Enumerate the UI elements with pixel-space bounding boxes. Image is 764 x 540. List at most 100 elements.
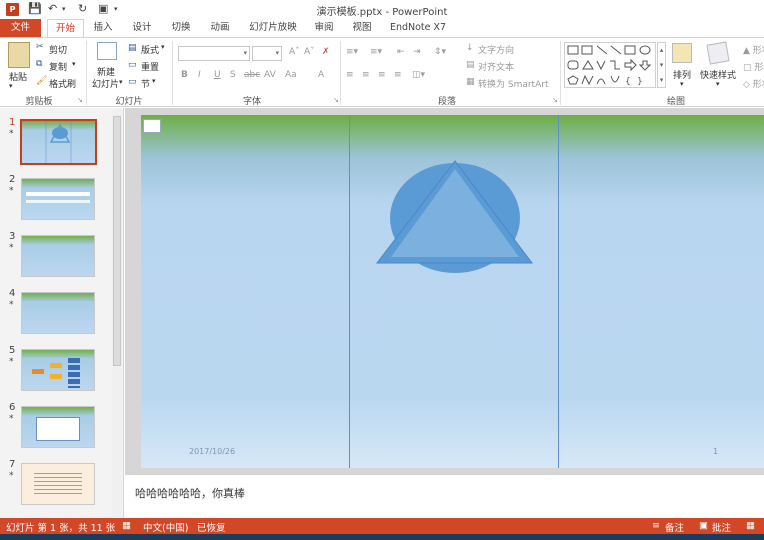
thumb-box (68, 358, 80, 388)
copy-dropdown-icon[interactable]: ▾ (72, 60, 76, 68)
font-size-combo[interactable]: ▾ (252, 46, 282, 61)
paste-dropdown-icon[interactable]: ▾ (9, 82, 13, 90)
comment-icon[interactable] (143, 119, 161, 133)
slide-canvas[interactable]: 2017/10/26 1 (141, 115, 764, 468)
section-dropdown-icon[interactable]: ▾ (152, 77, 156, 85)
shape-outline-button[interactable]: ▢ 形状 (743, 60, 764, 73)
text-direction-button[interactable]: 文字方向 (478, 43, 514, 56)
new-slide-dropdown-icon[interactable]: ▾ (119, 78, 123, 86)
comments-toggle-button[interactable]: 批注 (712, 520, 731, 534)
smartart-button[interactable]: 转换为 SmartArt (478, 77, 548, 90)
grow-font-icon[interactable]: Aˆ (289, 47, 300, 57)
slide-thumbnail-2[interactable] (21, 178, 95, 220)
slide-animation-marker: * (9, 129, 14, 139)
slide-animation-marker: * (9, 357, 14, 367)
thumb-box (32, 369, 44, 374)
ribbon: 粘贴 ▾ ✂ 剪切 ⧉ 复制 ▾ 🖌 格式刷 剪贴板 ↘ 新建 幻灯片 ▾ ▤ … (0, 37, 764, 107)
slide-number: 5 (9, 345, 16, 356)
arrange-dropdown-icon[interactable]: ▾ (680, 80, 684, 88)
shapes-gallery-icons: { } (567, 45, 652, 87)
tab-design[interactable]: 设计 (127, 19, 157, 38)
slide-thumbnail-6[interactable] (21, 406, 95, 448)
slide-thumbnail-3[interactable] (21, 235, 95, 277)
italic-button[interactable]: I (198, 70, 201, 80)
thumb-box (50, 363, 62, 368)
slide-thumbnail-4[interactable] (21, 292, 95, 334)
section-button[interactable]: 节 (141, 77, 150, 90)
group-label-drawing: 绘图 (666, 97, 685, 107)
notes-text[interactable]: 哈哈哈哈哈哈，你真棒 (135, 485, 245, 501)
slide-count-status: 幻灯片 第 1 张，共 11 张 (6, 523, 116, 534)
shape-effects-button[interactable]: ◇ 形状 (743, 77, 764, 90)
tab-insert[interactable]: 插入 (88, 19, 118, 38)
increase-indent-icon[interactable]: ⇥ (413, 47, 421, 57)
slide-number: 3 (9, 231, 16, 242)
shapes-gallery[interactable]: { } (564, 42, 656, 88)
bold-button[interactable]: B (181, 70, 188, 80)
format-painter-icon: 🖌 (36, 76, 48, 86)
layout-button[interactable]: 版式 (141, 43, 159, 56)
layout-dropdown-icon[interactable]: ▾ (161, 43, 165, 51)
columns-icon[interactable]: ◫▾ (412, 70, 425, 80)
tab-animations[interactable]: 动画 (205, 19, 235, 38)
align-right-icon[interactable]: ≡ (378, 70, 386, 80)
clear-format-icon[interactable]: ✗ (322, 47, 330, 57)
font-expander-icon[interactable]: ↘ (333, 96, 339, 104)
align-left-icon[interactable]: ≡ (346, 70, 354, 80)
layout-icon: ▤ (128, 43, 137, 53)
bullets-icon[interactable]: ≡▾ (346, 47, 358, 57)
copy-button[interactable]: 复制 (49, 60, 67, 73)
reset-button[interactable]: 重置 (141, 60, 159, 73)
clipboard-expander-icon[interactable]: ↘ (77, 96, 83, 104)
numbering-icon[interactable]: ≡▾ (370, 47, 382, 57)
language-status[interactable]: 中文(中国) (143, 520, 188, 534)
align-text-button[interactable]: 对齐文本 (478, 60, 514, 73)
strikethrough-button[interactable]: abc (244, 70, 260, 80)
notes-toggle-button[interactable]: 备注 (665, 520, 684, 534)
shape-fill-button[interactable]: ▲ 形状 (743, 43, 764, 56)
tab-endnote[interactable]: EndNote X7 (386, 19, 450, 38)
notes-pane[interactable]: 哈哈哈哈哈哈，你真棒 (125, 474, 764, 518)
tab-review[interactable]: 审阅 (310, 19, 338, 38)
paragraph-expander-icon[interactable]: ↘ (552, 96, 558, 104)
tab-home[interactable]: 开始 (47, 19, 84, 38)
gallery-scroll[interactable]: ▴ ▾ ▾ (657, 42, 666, 88)
slide-thumbnail-5[interactable] (21, 349, 95, 391)
slide-thumbnail-7[interactable] (21, 463, 95, 505)
tab-file[interactable]: 文件 (0, 19, 41, 38)
chevron-down-icon: ▾ (275, 49, 279, 57)
char-spacing-button[interactable]: AV (264, 70, 276, 80)
format-painter-button[interactable]: 格式刷 (49, 77, 76, 90)
proofing-icon[interactable]: ▦ (122, 520, 131, 531)
cut-icon: ✂ (36, 42, 44, 52)
line-spacing-icon[interactable]: ⇕▾ (434, 47, 446, 57)
thumbnails-scrollbar[interactable] (112, 110, 122, 518)
circle-triangle-shape[interactable] (371, 155, 539, 275)
new-slide-label-2[interactable]: 幻灯片 (92, 77, 119, 90)
tab-transitions[interactable]: 切换 (166, 19, 196, 38)
tab-slideshow[interactable]: 幻灯片放映 (244, 19, 302, 38)
slide-thumbnail-1[interactable] (20, 119, 97, 165)
change-case-button[interactable]: Aa (285, 70, 297, 80)
new-slide-icon[interactable] (97, 42, 117, 60)
underline-button[interactable]: U (214, 70, 221, 80)
thumb-card (36, 417, 80, 441)
normal-view-icon[interactable]: ▦ (746, 520, 755, 531)
shadow-button[interactable]: S (230, 70, 236, 80)
cut-button[interactable]: 剪切 (49, 43, 67, 56)
tab-view[interactable]: 视图 (347, 19, 377, 38)
decrease-indent-icon[interactable]: ⇤ (397, 47, 405, 57)
paste-icon[interactable] (8, 42, 30, 68)
font-family-combo[interactable]: ▾ (178, 46, 250, 61)
arrange-icon (672, 43, 692, 63)
justify-icon[interactable]: ≡ (394, 70, 402, 80)
scrollbar-thumb[interactable] (113, 116, 121, 366)
notes-icon: ≡ (652, 520, 660, 531)
svg-text:}: } (637, 77, 643, 87)
thumb-text-lines (34, 470, 82, 496)
font-color-button[interactable]: A (318, 70, 324, 80)
shrink-font-icon[interactable]: Aˇ (304, 47, 315, 57)
group-label-slides: 幻灯片 (115, 97, 143, 107)
quick-styles-dropdown-icon[interactable]: ▾ (716, 80, 720, 88)
align-center-icon[interactable]: ≡ (362, 70, 370, 80)
